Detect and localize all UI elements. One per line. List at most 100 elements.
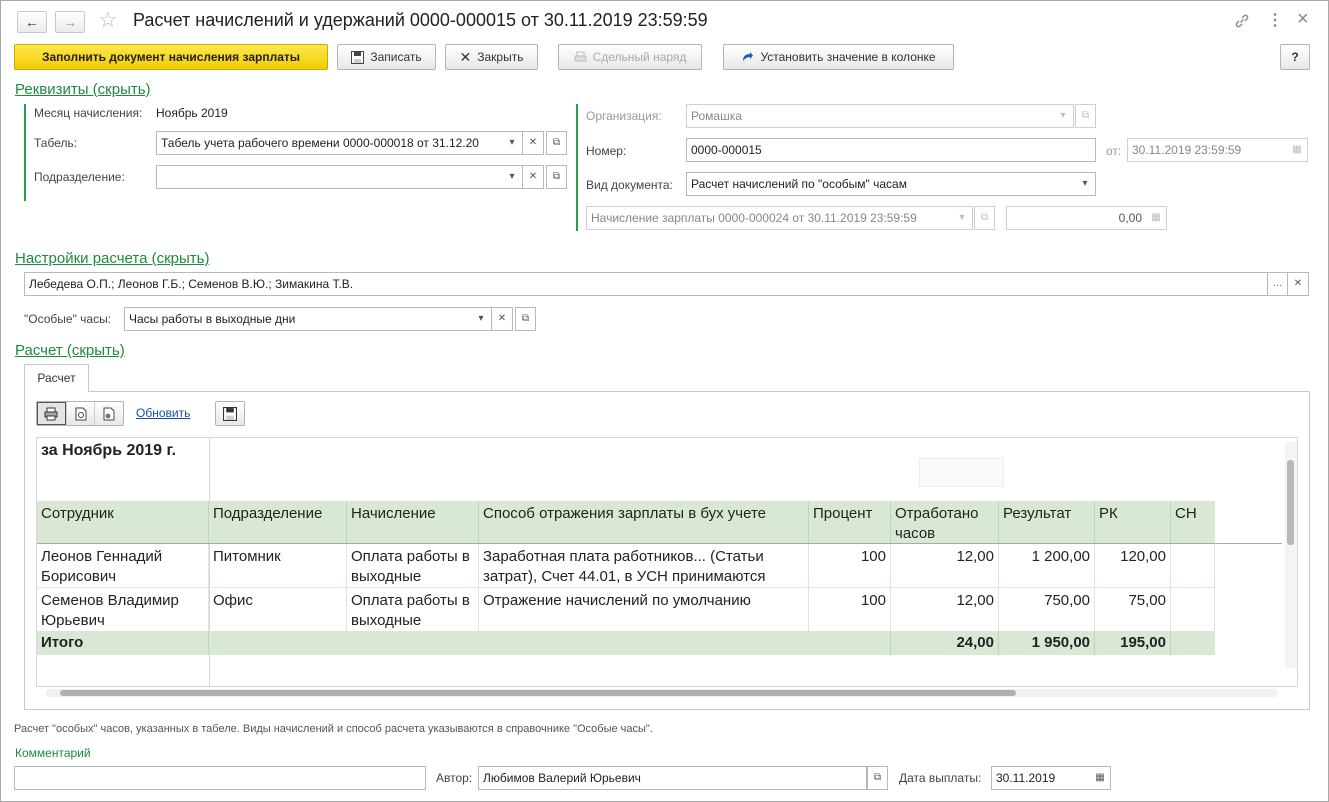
calculator-icon: ▦ (1146, 206, 1167, 230)
save-report-button[interactable] (215, 401, 245, 426)
total-hours: 24,00 (891, 631, 999, 655)
table-cell: Оплата работы в выходные (347, 588, 479, 631)
settings-section-title[interactable]: Настройки расчета (скрыть) (15, 250, 209, 267)
employees-select-icon[interactable]: … (1267, 272, 1288, 296)
column-header: Подразделение (209, 501, 347, 543)
comment-label: Комментарий (15, 746, 91, 760)
vertical-scroll-thumb[interactable] (1287, 460, 1294, 545)
doc-type-dropdown-icon[interactable]: ▾ (1075, 172, 1096, 196)
pay-date-calendar-icon[interactable]: ▦ (1090, 766, 1111, 790)
department-clear-icon[interactable]: ✕ (523, 165, 544, 189)
back-button[interactable]: ← (17, 11, 47, 33)
table-cell: Оплата работы в выходные (347, 544, 479, 587)
accrual-open-icon[interactable]: ⧉ (974, 206, 995, 230)
favorite-star-icon[interactable]: ☆ (98, 7, 118, 33)
amount-field: 0,00 (1006, 206, 1147, 230)
special-hours-open-icon[interactable]: ⧉ (515, 307, 536, 331)
horizontal-scroll-thumb[interactable] (60, 690, 1016, 696)
department-field[interactable] (156, 165, 503, 189)
author-open-icon[interactable]: ⧉ (867, 766, 888, 790)
calendar-icon: ▦ (1287, 138, 1308, 162)
save-disk-icon (351, 50, 365, 64)
author-field: Любимов Валерий Юрьевич (478, 766, 867, 790)
doc-type-label: Вид документа: (586, 178, 673, 192)
piecework-label: Сдельный наряд (592, 50, 687, 64)
report-spreadsheet[interactable]: за Ноябрь 2019 г. Сотрудник Подразделени… (36, 437, 1298, 687)
save-label: Записать (370, 50, 422, 64)
employees-clear-icon[interactable]: ✕ (1288, 272, 1309, 296)
requisites-left-bar (24, 104, 26, 201)
fill-document-button[interactable]: Заполнить документ начисления зарплаты (14, 44, 328, 70)
table-cell: 750,00 (999, 588, 1095, 631)
total-empty-cell (209, 631, 891, 655)
total-sn (1171, 631, 1215, 655)
printer-icon (574, 51, 587, 61)
refresh-link[interactable]: Обновить (136, 406, 190, 420)
save-report-icon (223, 406, 237, 421)
org-open-icon[interactable]: ⧉ (1075, 104, 1096, 128)
back-arrow-icon: ← (25, 14, 39, 30)
window-title: Расчет начислений и удержаний 0000-00001… (133, 10, 708, 30)
piecework-button[interactable]: Сдельный наряд (558, 44, 702, 70)
pay-date-label: Дата выплаты: (899, 771, 982, 785)
set-column-value-button[interactable]: Установить значение в колонке (723, 44, 954, 70)
date-label: от: (1106, 144, 1122, 158)
special-hours-field[interactable]: Часы работы в выходные дни (124, 307, 472, 331)
total-result: 1 950,00 (999, 631, 1095, 655)
table-cell (1171, 544, 1215, 587)
timesheet-dropdown-icon[interactable]: ▾ (502, 131, 523, 155)
empty-cell-box (919, 458, 1004, 487)
help-button[interactable]: ? (1280, 44, 1310, 70)
tab-calculation[interactable]: Расчет (24, 364, 89, 392)
total-rk: 195,00 (1095, 631, 1171, 655)
employees-field[interactable]: Лебедева О.П.; Леонов Г.Б.; Семенов В.Ю.… (24, 272, 1269, 296)
total-label: Итого (37, 631, 209, 655)
requisites-right-bar (576, 104, 578, 231)
table-cell: 1 200,00 (999, 544, 1095, 587)
number-label: Номер: (586, 144, 627, 158)
footer-note: Расчет "особых" часов, указанных в табел… (14, 723, 653, 735)
horizontal-scrollbar[interactable] (46, 689, 1278, 697)
org-field: Ромашка (686, 104, 1054, 128)
table-cell: 100 (809, 544, 891, 587)
table-cell: 120,00 (1095, 544, 1171, 587)
report-heading: за Ноябрь 2019 г. (41, 442, 177, 459)
timesheet-field[interactable]: Табель учета рабочего времени 0000-00001… (156, 131, 503, 155)
table-cell: 12,00 (891, 588, 999, 631)
vertical-scrollbar[interactable] (1285, 442, 1297, 668)
number-field[interactable]: 0000-000015 (686, 138, 1096, 162)
accrual-link-field: Начисление зарплаты 0000-000024 от 30.11… (586, 206, 953, 230)
table-cell: Семенов Владимир Юрьевич (37, 588, 209, 631)
column-header: Способ отражения зарплаты в бух учете (479, 501, 809, 543)
author-label: Автор: (436, 771, 473, 785)
close-window-icon[interactable]: × (1297, 8, 1309, 31)
more-menu-icon[interactable]: ⋮ (1267, 10, 1283, 30)
link-icon[interactable] (1234, 13, 1250, 29)
special-hours-dropdown-icon[interactable]: ▾ (471, 307, 492, 331)
fill-document-label: Заполнить документ начисления зарплаты (41, 50, 300, 64)
close-button[interactable]: ✕ Закрыть (445, 44, 538, 70)
column-header: Сотрудник (37, 501, 209, 543)
set-value-arrow-icon (743, 51, 754, 61)
table-cell: 75,00 (1095, 588, 1171, 631)
department-dropdown-icon[interactable]: ▾ (502, 165, 523, 189)
table-cell: Заработная плата работников... (Статьи з… (479, 544, 809, 587)
forward-button[interactable]: → (55, 11, 85, 33)
pay-date-field[interactable]: 30.11.2019 (991, 766, 1091, 790)
requisites-section-title[interactable]: Реквизиты (скрыть) (15, 81, 151, 98)
report-settings-icon[interactable] (94, 402, 123, 425)
document-window: ← → ☆ Расчет начислений и удержаний 0000… (0, 0, 1329, 802)
doc-type-field[interactable]: Расчет начислений по "особым" часам (686, 172, 1076, 196)
timesheet-clear-icon[interactable]: ✕ (523, 131, 544, 155)
preview-icon[interactable] (65, 402, 95, 425)
department-open-icon[interactable]: ⧉ (546, 165, 567, 189)
calculation-section-title[interactable]: Расчет (скрыть) (15, 342, 125, 359)
accrual-dropdown-icon: ▾ (952, 206, 973, 230)
close-x-icon: ✕ (459, 49, 472, 65)
special-hours-clear-icon[interactable]: ✕ (492, 307, 513, 331)
comment-field[interactable] (14, 766, 426, 790)
column-header: СН (1171, 501, 1215, 543)
timesheet-open-icon[interactable]: ⧉ (546, 131, 567, 155)
print-icon[interactable] (37, 402, 66, 425)
save-button[interactable]: Записать (337, 44, 436, 70)
